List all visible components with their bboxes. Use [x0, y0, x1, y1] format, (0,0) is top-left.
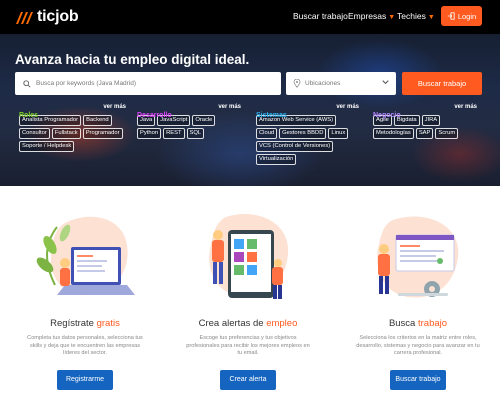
feature-alerts: Crea alertas de empleo Escoge tus prefer… — [168, 205, 328, 390]
tag[interactable]: Metodologías — [373, 128, 414, 139]
create-alert-button[interactable]: Crear alerta — [220, 369, 276, 390]
tag[interactable]: Linux — [328, 128, 349, 139]
see-more-link[interactable]: ver más — [336, 104, 359, 110]
category-negocio: Negocio ver más Agile Bigdata JIRA Metod… — [373, 104, 477, 139]
feature-title: Regístrate gratis — [5, 318, 165, 329]
feature-register: Regístrate gratis Completa tus datos per… — [5, 205, 165, 390]
search-job-button[interactable]: Buscar trabajo — [390, 369, 446, 390]
feature-title-highlight: empleo — [266, 318, 298, 329]
tag[interactable]: Consultor — [19, 128, 50, 139]
feature-title-text: Busca — [388, 318, 418, 329]
hero-title: Avanza hacia tu empleo digital ideal. — [15, 52, 250, 67]
tag[interactable]: SQL — [186, 128, 205, 139]
category-roles: Roles ver más Analista Programador Backe… — [19, 104, 126, 152]
category-title: Sistemas — [256, 112, 287, 119]
search-placeholder: Busca por keywords (Java Madrid) — [36, 80, 137, 87]
ticjob-logo[interactable]: ticjob — [14, 8, 79, 26]
location-select[interactable]: Ubicaciones — [286, 72, 396, 95]
feature-title: Crea alertas de empleo — [168, 318, 328, 329]
laptop-illustration — [5, 205, 165, 310]
feature-title-text: Crea alertas de — [198, 318, 267, 329]
nav-buscar-trabajo[interactable]: Buscar trabajo — [293, 11, 348, 21]
window-gear-illustration — [338, 205, 498, 310]
feature-description: Escoge tus preferencias y tus objetivos … — [186, 335, 310, 356]
chevron-down-icon — [382, 80, 389, 85]
chevron-down-icon: ▼ — [388, 14, 396, 21]
tag[interactable]: SAP — [415, 128, 434, 139]
tag[interactable]: Gestores BBDD — [279, 128, 327, 139]
chevron-down-icon: ▼ — [427, 14, 435, 21]
nav-techies[interactable]: Techies ▼ — [397, 11, 435, 21]
tag[interactable]: VCS (Control de Versiones) — [256, 141, 334, 152]
tablet-illustration-icon — [209, 214, 289, 299]
tag[interactable]: Cloud — [256, 128, 278, 139]
tag[interactable]: Virtualización — [256, 154, 297, 165]
tag[interactable]: Backend — [83, 115, 112, 126]
feature-description: Selecciona los criterios en la matriz en… — [356, 335, 480, 356]
feature-title-text: Regístrate — [50, 318, 97, 329]
login-button[interactable]: Login — [441, 6, 482, 26]
tag[interactable]: JIRA — [421, 115, 441, 126]
feature-description: Completa tus datos personales, seleccion… — [27, 335, 143, 356]
register-button[interactable]: Registrarme — [57, 369, 113, 390]
location-placeholder: Ubicaciones — [305, 80, 341, 87]
category-title: Desarrollo — [137, 112, 172, 119]
ticjob-logo-icon — [16, 11, 33, 24]
category-sistemas: Sistemas ver más Amazon Web Service (AWS… — [256, 104, 359, 165]
tag[interactable]: Fullstack — [51, 128, 81, 139]
nav-empresas[interactable]: Empresas ▼ — [348, 11, 395, 21]
search-jobs-button[interactable]: Buscar trabajo — [402, 72, 482, 95]
tag[interactable]: Soporte / Helpdesk — [19, 141, 75, 152]
login-label: Login — [457, 11, 477, 21]
feature-title: Busca trabajo — [338, 318, 498, 329]
tag[interactable]: Scrum — [435, 128, 459, 139]
window-gear-illustration-icon — [377, 216, 459, 298]
tag[interactable]: REST — [163, 128, 185, 139]
top-navbar: ticjob Buscar trabajo Empresas ▼ Techies ▼… — [0, 0, 500, 34]
hero-section: Avanza hacia tu empleo digital ideal. Bu… — [0, 34, 500, 186]
feature-search: Busca trabajo Selecciona los criterios e… — [338, 205, 498, 390]
tag[interactable]: Oracle — [192, 115, 216, 126]
keyword-search-input[interactable]: Busca por keywords (Java Madrid) — [15, 72, 281, 95]
see-more-link[interactable]: ver más — [218, 104, 241, 110]
nav-label: Buscar trabajo — [293, 11, 348, 21]
feature-title-highlight: trabajo — [417, 318, 448, 329]
see-more-link[interactable]: ver más — [103, 104, 126, 110]
login-icon — [447, 12, 455, 20]
nav-label: Techies — [397, 11, 426, 21]
location-pin-icon — [293, 79, 301, 88]
category-title: Negocio — [373, 112, 401, 119]
tag[interactable]: Python — [137, 128, 162, 139]
category-title: Roles — [19, 112, 39, 119]
logo-text: ticjob — [37, 8, 79, 25]
tag[interactable]: Programador — [82, 128, 123, 139]
category-desarrollo: Desarrollo ver más Java JavaScript Oracl… — [137, 104, 241, 139]
laptop-illustration-icon — [36, 216, 135, 296]
see-more-link[interactable]: ver más — [454, 104, 477, 110]
search-icon — [23, 79, 31, 88]
feature-title-highlight: gratis — [96, 318, 120, 329]
nav-label: Empresas — [348, 11, 387, 21]
tablet-illustration — [168, 205, 328, 310]
